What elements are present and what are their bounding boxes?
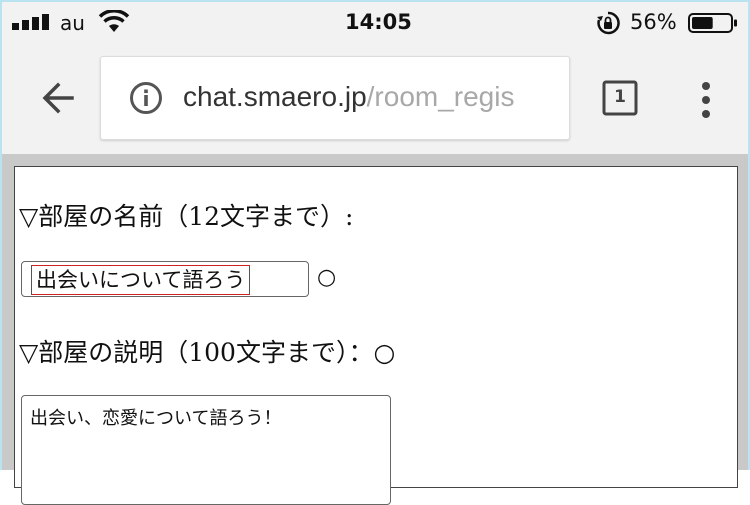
signal-bars-icon xyxy=(12,14,49,30)
back-arrow-icon[interactable] xyxy=(38,78,78,118)
browser-toolbar: chat.smaero.jp/room_regis 1 xyxy=(2,42,748,154)
tab-count: 1 xyxy=(614,87,626,107)
more-vert-icon[interactable] xyxy=(696,80,716,120)
rotation-lock-icon xyxy=(597,11,620,35)
room-name-label: ▽部屋の名前（12文字まで）: xyxy=(19,202,354,231)
room-description-textarea[interactable]: 出会い、恋愛について語ろう！ xyxy=(21,395,391,505)
url-host: chat.smaero.jp xyxy=(183,81,367,112)
url-text[interactable]: chat.smaero.jp/room_regis xyxy=(183,81,514,113)
wifi-icon xyxy=(98,10,130,32)
room-name-valid-mark: ○ xyxy=(317,265,337,290)
address-bar[interactable]: chat.smaero.jp/room_regis xyxy=(100,56,570,140)
status-time: 14:05 xyxy=(345,10,412,34)
battery-percent: 56% xyxy=(630,10,677,34)
info-icon[interactable] xyxy=(129,81,163,115)
room-description-value: 出会い、恋愛について語ろう！ xyxy=(30,408,282,429)
room-register-form: ▽部屋の名前（12文字まで）: 出会いについて語ろう ○ ▽部屋の説明（100文… xyxy=(14,166,738,505)
web-content-frame: ▽部屋の名前（12文字まで）: 出会いについて語ろう ○ ▽部屋の説明（100文… xyxy=(2,154,748,505)
room-name-input[interactable]: 出会いについて語ろう xyxy=(21,261,309,297)
carrier-name: au xyxy=(60,11,85,35)
room-name-value: 出会いについて語ろう xyxy=(31,265,251,295)
url-path: /room_regis xyxy=(366,81,515,112)
status-bar: au 14:05 56% xyxy=(2,2,748,42)
tab-switcher-button[interactable]: 1 xyxy=(602,80,638,116)
room-description-label: ▽部屋の説明（100文字まで）：○ xyxy=(19,338,396,367)
battery-icon xyxy=(688,13,737,33)
